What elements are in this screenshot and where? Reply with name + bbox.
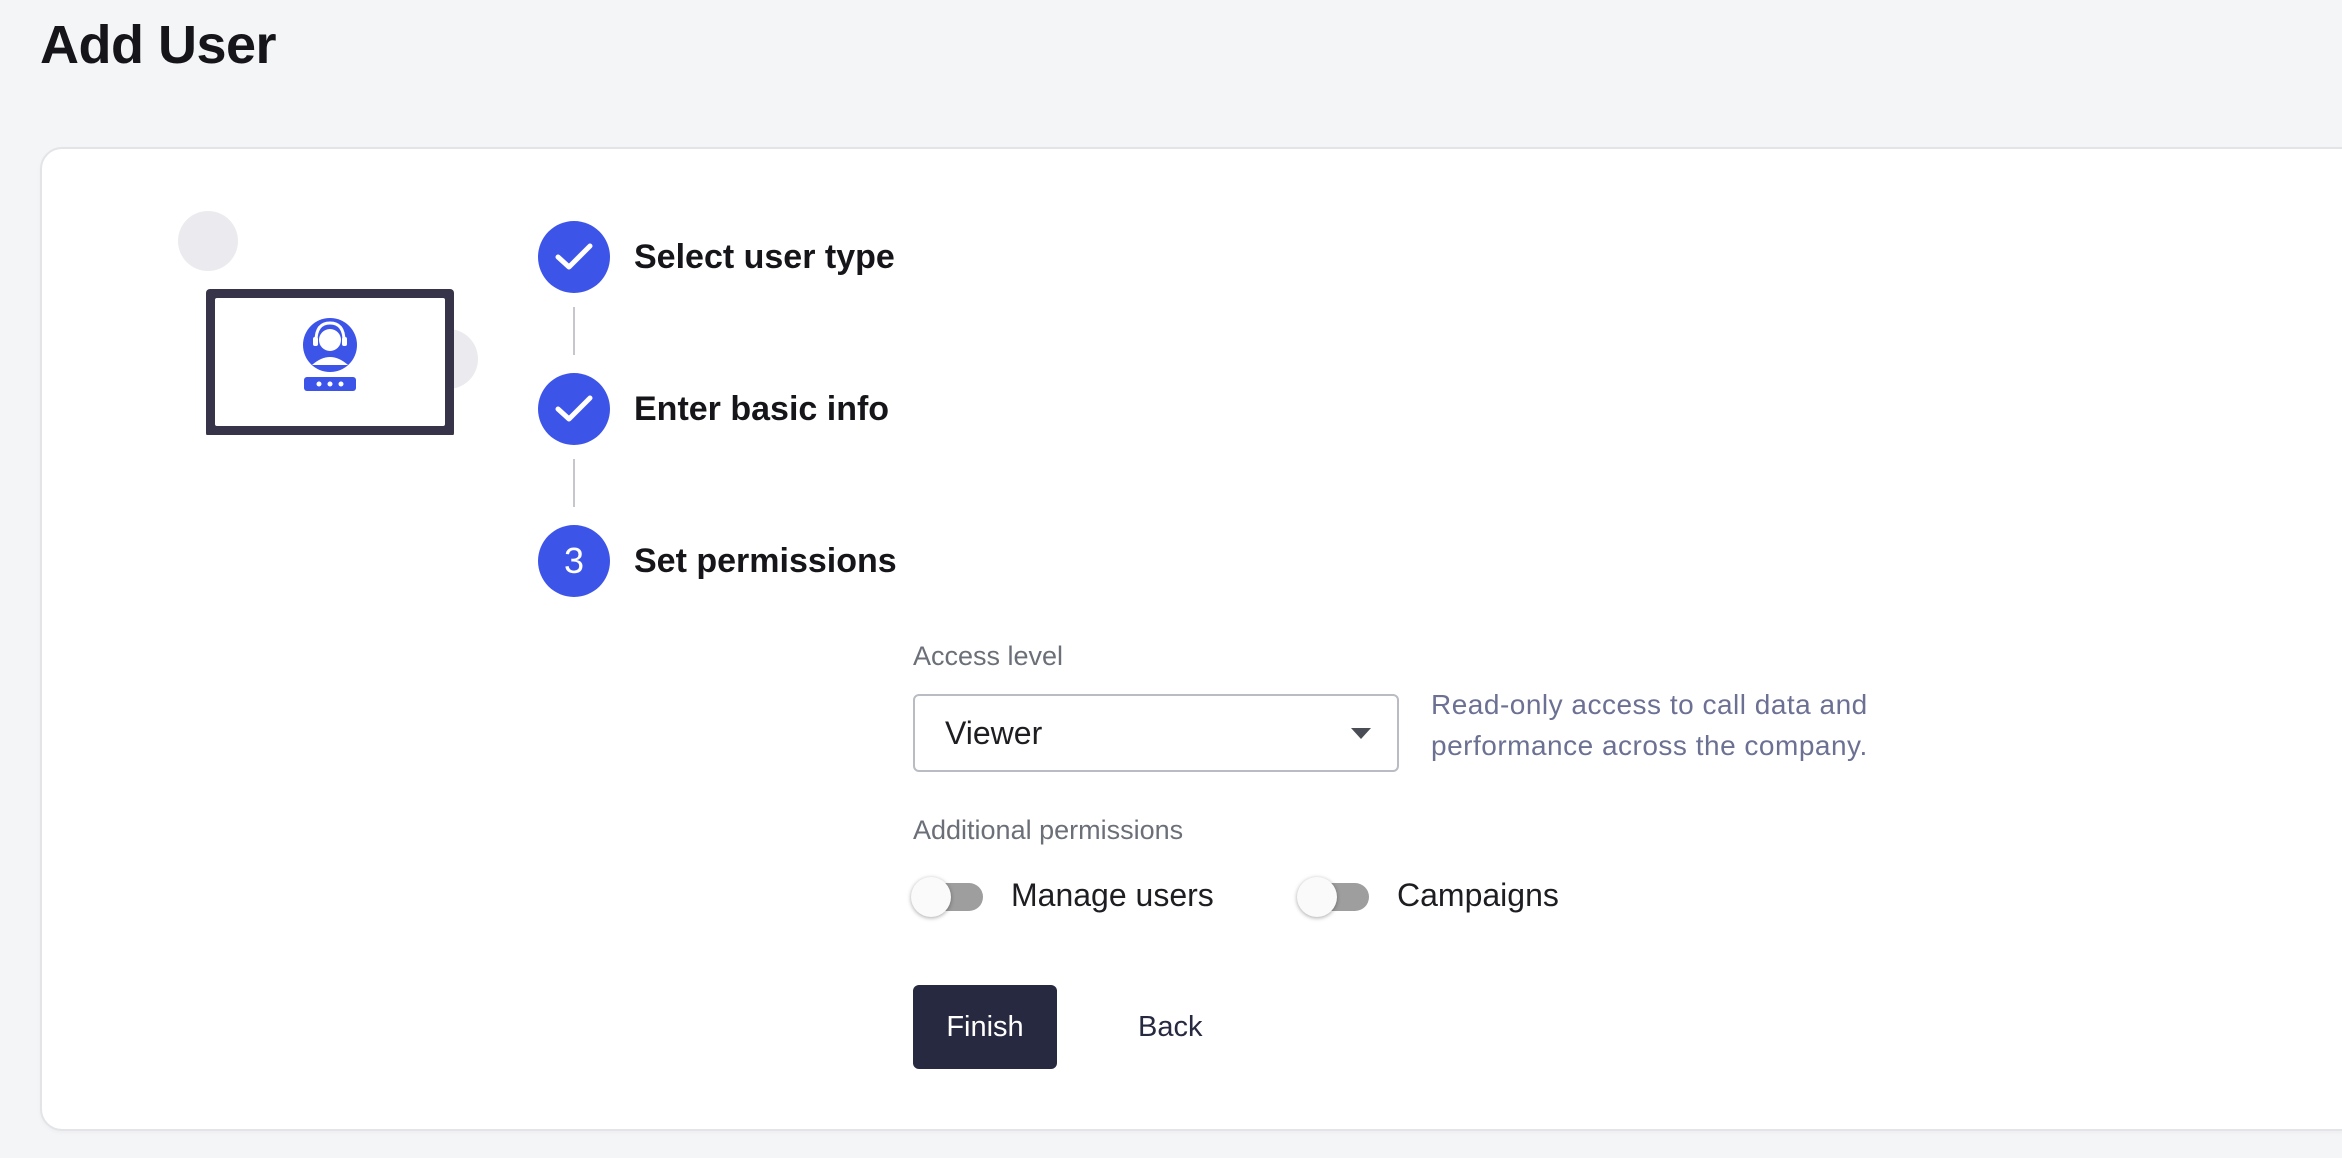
access-level-label: Access level <box>913 641 1064 671</box>
step-connector <box>573 307 575 355</box>
manage-users-label: Manage users <box>1011 877 1214 913</box>
step-label: Select user type <box>634 237 895 276</box>
monitor-support-agent-icon <box>178 211 478 435</box>
step-select-user-type: Select user type <box>538 221 895 293</box>
toggle-knob <box>911 876 951 917</box>
additional-permissions-label: Additional permissions <box>913 815 1184 845</box>
access-level-value: Viewer <box>945 714 1043 751</box>
step-complete-badge <box>538 221 610 293</box>
step-enter-basic-info: Enter basic info <box>538 373 889 445</box>
campaigns-toggle-row[interactable]: Campaigns <box>1297 876 1559 917</box>
manage-users-toggle-row[interactable]: Manage users <box>911 876 1214 917</box>
caret-down-icon <box>1351 728 1371 739</box>
access-level-helper-text: Read-only access to call data and perfor… <box>1431 689 1868 761</box>
back-button[interactable]: Back <box>1124 985 1216 1069</box>
check-icon <box>555 395 593 422</box>
toggle-knob <box>1297 876 1337 917</box>
manage-users-toggle[interactable] <box>911 876 983 917</box>
campaigns-toggle[interactable] <box>1297 876 1369 917</box>
access-level-select[interactable]: Viewer <box>913 694 1399 772</box>
page-title: Add User <box>40 15 277 75</box>
finish-button[interactable]: Finish <box>913 985 1057 1069</box>
step-connector <box>573 459 575 507</box>
step-complete-badge <box>538 373 610 445</box>
step-number-badge: 3 <box>538 525 610 597</box>
check-icon <box>555 243 593 270</box>
step-label: Enter basic info <box>634 389 890 428</box>
step-set-permissions: 3 Set permissions <box>538 525 897 597</box>
campaigns-label: Campaigns <box>1397 877 1559 913</box>
add-user-card: Select user type Enter basic info 3 Set … <box>40 147 2342 1131</box>
step-label: Set permissions <box>634 541 897 580</box>
